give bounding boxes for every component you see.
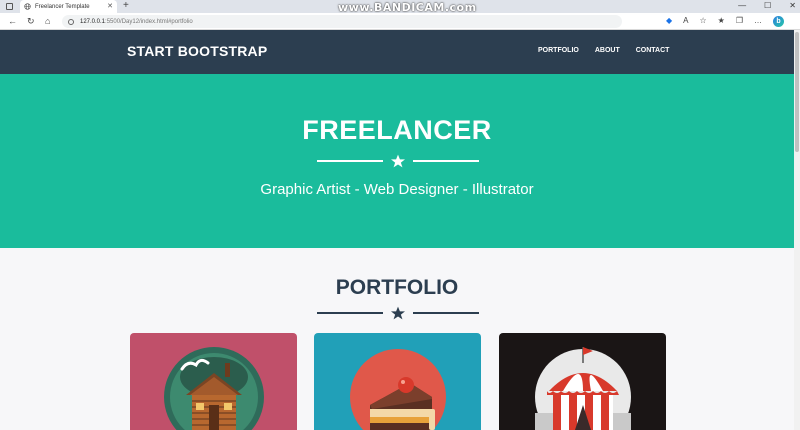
portfolio-item-circus[interactable]	[499, 333, 666, 430]
tab-title: Freelancer Template	[35, 3, 90, 10]
browser-toolbar: ← ↻ ⌂ 127.0.0.1:5500/Day12/index.html#po…	[0, 13, 800, 30]
portfolio-divider	[317, 306, 479, 320]
info-icon[interactable]	[68, 18, 74, 25]
divider-line	[317, 160, 383, 162]
hero-subtitle: Graphic Artist - Web Designer - Illustra…	[260, 181, 534, 198]
circus-tent-image	[499, 333, 666, 430]
scrollbar-thumb[interactable]	[795, 32, 799, 152]
sidebar-icon[interactable]	[6, 3, 13, 10]
hero-section: FREELANCER Graphic Artist - Web Designer…	[0, 74, 794, 248]
star-icon	[391, 154, 405, 168]
browser-tab-bar: Freelancer Template ✕ + www.BANDICAM.com…	[0, 0, 800, 14]
favorite-icon[interactable]: ☆	[699, 15, 706, 27]
portfolio-heading: PORTFOLIO	[335, 276, 459, 299]
url-path: :5500/Day12/index.html#portfolio	[105, 18, 193, 25]
divider-line	[413, 160, 479, 162]
tag-icon[interactable]: ◆	[666, 15, 672, 27]
favorites-icon[interactable]: ★	[718, 15, 725, 27]
window-controls: — ☐ ✕	[738, 0, 796, 12]
hero-divider	[317, 154, 479, 168]
more-icon[interactable]: …	[754, 15, 762, 27]
new-tab-icon[interactable]: +	[123, 0, 129, 12]
close-icon[interactable]: ✕	[107, 2, 113, 11]
site-navbar: START BOOTSTRAP PORTFOLIO ABOUT CONTACT	[0, 30, 794, 74]
url-host: 127.0.0.1	[80, 18, 106, 25]
maximize-icon[interactable]: ☐	[764, 0, 771, 12]
divider-line	[413, 312, 479, 314]
cake-image	[314, 333, 481, 430]
portfolio-item-cake[interactable]	[314, 333, 481, 430]
back-icon[interactable]: ←	[8, 15, 17, 27]
navbar-brand[interactable]: START BOOTSTRAP	[127, 43, 267, 59]
minimize-icon[interactable]: —	[738, 0, 746, 12]
divider-line	[317, 312, 383, 314]
read-aloud-icon[interactable]: A	[683, 15, 688, 27]
portfolio-item-cabin[interactable]	[130, 333, 297, 430]
window-close-icon[interactable]: ✕	[789, 0, 796, 12]
cabin-image	[130, 333, 297, 430]
hero-title: FREELANCER	[302, 115, 492, 145]
page-scrollbar[interactable]	[794, 30, 800, 430]
nav-links: PORTFOLIO ABOUT CONTACT	[538, 47, 669, 54]
globe-icon	[24, 3, 31, 10]
nav-link-portfolio[interactable]: PORTFOLIO	[538, 47, 579, 54]
toolbar-icons: ◆ A ☆ ★ ❐ … b	[666, 15, 784, 27]
home-icon[interactable]: ⌂	[45, 15, 50, 27]
bing-icon[interactable]: b	[773, 15, 784, 27]
nav-link-about[interactable]: ABOUT	[595, 47, 620, 54]
refresh-icon[interactable]: ↻	[27, 15, 35, 27]
collections-icon[interactable]: ❐	[736, 15, 743, 27]
browser-tab[interactable]: Freelancer Template ✕	[20, 0, 117, 13]
nav-link-contact[interactable]: CONTACT	[636, 47, 670, 54]
star-icon	[391, 306, 405, 320]
address-bar[interactable]: 127.0.0.1:5500/Day12/index.html#portfoli…	[62, 15, 622, 28]
